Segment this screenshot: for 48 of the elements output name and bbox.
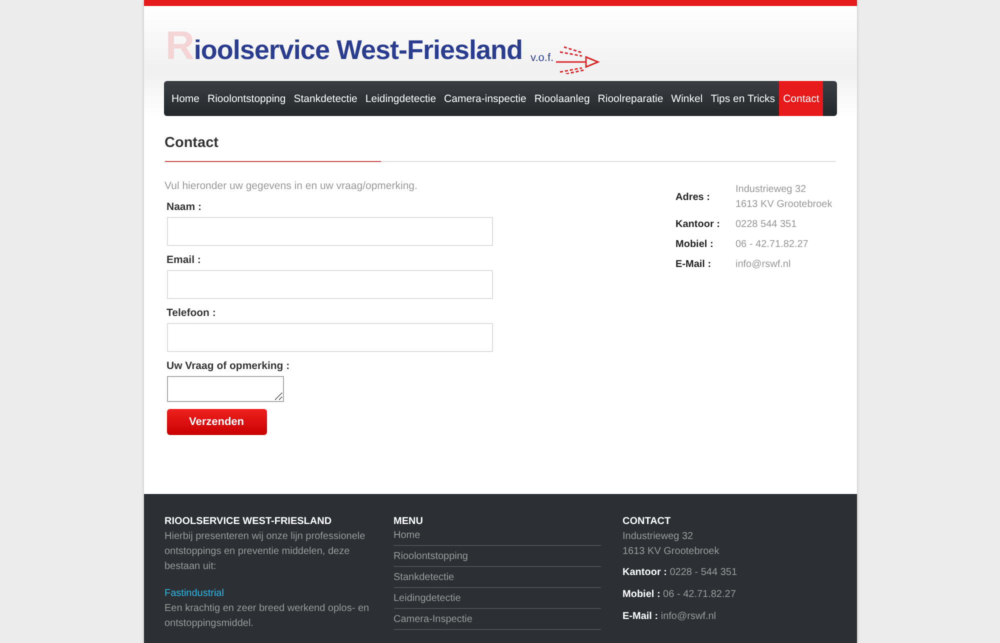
- submit-button[interactable]: Verzenden: [166, 409, 266, 435]
- footer-contact-line: Kantoor : 0228 - 544 351: [622, 567, 738, 578]
- nozzle-icon: [556, 44, 602, 74]
- footer-address-line: Industrieweg 32: [622, 530, 694, 544]
- logo-suffix: v.o.f.: [530, 52, 554, 64]
- info-value: Industrieweg 32: [736, 183, 808, 197]
- footer-contact-line: E-Mail : info@rswf.nl: [622, 611, 716, 622]
- nav-item[interactable]: Stankdetectie: [290, 81, 362, 116]
- info-value: 0228 544 351: [736, 218, 797, 232]
- footer-contact-line: Mobiel : 06 - 42.71.82.27: [622, 589, 736, 600]
- nav-item[interactable]: Leidingdetectie: [361, 81, 440, 116]
- intro-text: Vul hieronder uw gegevens in en uw vraag/opmerking.: [164, 180, 418, 192]
- footer-text: Hierbij presenteren wij onze lijn professionele ontstoppings en preventie middelen, deze bestaan uit:: [164, 530, 366, 574]
- info-value: 06 - 42.71.82.27: [736, 238, 808, 252]
- footer-menu-item[interactable]: Rioolontstopping: [394, 550, 600, 567]
- input-field[interactable]: [166, 270, 492, 299]
- info-label: Kantoor :: [676, 219, 721, 230]
- product-link[interactable]: Fastindustrial: [164, 586, 224, 601]
- input-field[interactable]: [166, 323, 492, 352]
- nav-item[interactable]: Winkel: [667, 81, 707, 116]
- footer-menu-item[interactable]: Stankdetectie: [394, 571, 600, 588]
- footer-heading: RIOOLSERVICE WEST-FRIESLAND: [164, 516, 332, 527]
- footer-heading: CONTACT: [622, 516, 671, 527]
- footer-menu-item[interactable]: Camera-Inspectie: [394, 613, 600, 630]
- info-value: 1613 KV Grootebroek: [736, 198, 832, 212]
- footer-heading: MENU: [394, 516, 423, 527]
- field-label: Email :: [166, 254, 202, 266]
- nav-item[interactable]: Camera-inspectie: [440, 81, 530, 116]
- message-field[interactable]: [166, 376, 284, 402]
- field-label: Telefoon :: [166, 307, 217, 319]
- info-value: info@rswf.nl: [736, 258, 791, 272]
- footer-address-line: 1613 KV Grootebroek: [622, 545, 720, 559]
- footer-menu-item[interactable]: Home: [394, 529, 600, 546]
- nav-item[interactable]: Rioolaanleg: [530, 81, 594, 116]
- page-title: Contact: [164, 135, 220, 151]
- nav-item[interactable]: Home: [168, 81, 204, 116]
- nav-item[interactable]: Rioolreparatie: [594, 81, 668, 116]
- info-label: Mobiel :: [676, 239, 714, 250]
- footer-text: Een krachtig en zeer breed werkend oplos- en ontstoppingsmiddel.: [164, 602, 370, 631]
- input-field[interactable]: [166, 217, 492, 246]
- field-label: Uw Vraag of opmerking :: [166, 360, 291, 372]
- field-label: Naam :: [166, 201, 203, 213]
- nav-item[interactable]: Rioolontstopping: [204, 81, 290, 116]
- info-label: Adres :: [676, 192, 711, 202]
- nav-item[interactable]: Tips en Tricks: [706, 81, 780, 116]
- footer-menu-item[interactable]: Leidingdetectie: [394, 592, 600, 609]
- info-label: E-Mail :: [676, 259, 712, 270]
- nav-item[interactable]: Contact: [779, 81, 824, 116]
